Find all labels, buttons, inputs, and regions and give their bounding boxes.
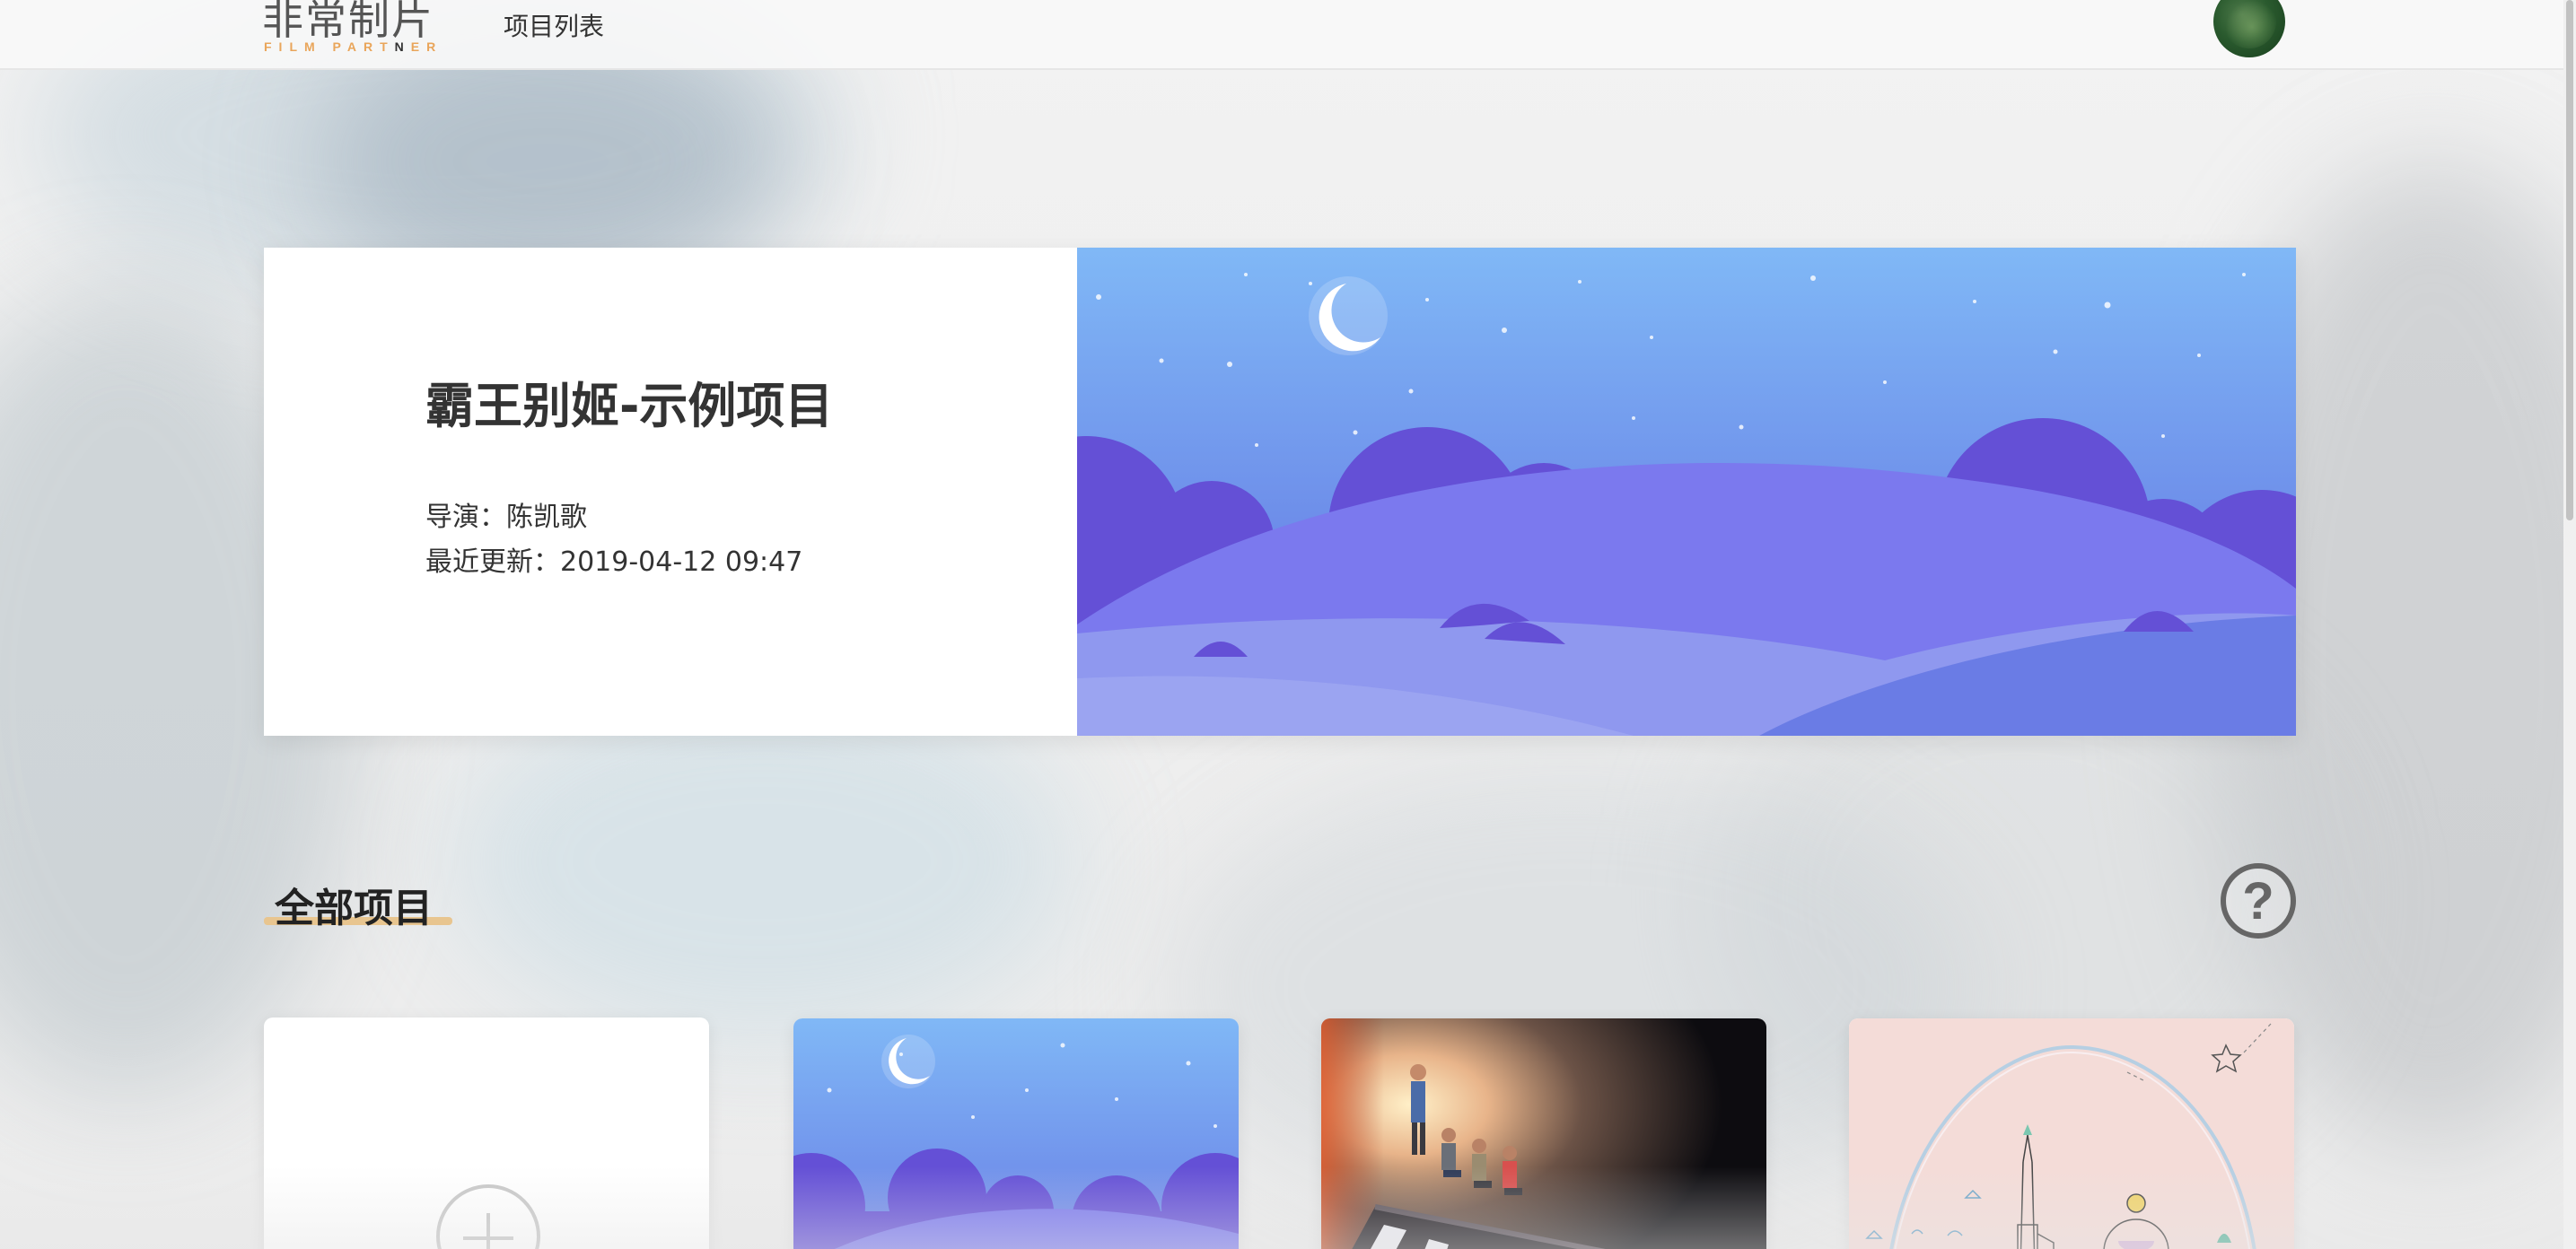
featured-project-meta: 导演：陈凯歌 最近更新：2019-04-12 09:47 — [425, 495, 802, 585]
user-avatar[interactable] — [2213, 0, 2285, 57]
project-cover-city-figures — [1321, 1018, 1766, 1249]
all-projects-title: 全部项目 — [275, 886, 433, 931]
featured-project-info: 霸王别姬-示例项目 导演：陈凯歌 最近更新：2019-04-12 09:47 — [264, 248, 1077, 736]
updated-value: 2019-04-12 09:47 — [560, 546, 803, 578]
new-project-card[interactable] — [264, 1018, 709, 1249]
director-line: 导演：陈凯歌 — [425, 502, 587, 533]
scrollbar-thumb[interactable] — [2566, 0, 2573, 520]
featured-project-card[interactable]: 霸王别姬-示例项目 导演：陈凯歌 最近更新：2019-04-12 09:47 — [264, 248, 2296, 736]
director-value: 陈凯歌 — [506, 502, 587, 533]
logo-english: FILM PARTNER — [264, 39, 443, 54]
question-circle-icon[interactable]: ? — [2221, 863, 2296, 939]
updated-line: 最近更新：2019-04-12 09:47 — [425, 546, 803, 578]
plus-circle-icon[interactable] — [436, 1184, 540, 1249]
project-card[interactable] — [1849, 1018, 2294, 1249]
night-hills-illustration — [1077, 248, 2296, 736]
project-card[interactable] — [1321, 1018, 1766, 1249]
project-cover-pink-doodle — [1849, 1018, 2294, 1249]
featured-project-title: 霸王别姬-示例项目 — [425, 378, 834, 434]
featured-project-cover[interactable] — [1077, 248, 2296, 736]
logo[interactable]: 非常制片 FILM PARTNER — [262, 0, 460, 59]
project-card[interactable] — [793, 1018, 1239, 1249]
top-header: 非常制片 FILM PARTNER 项目列表 — [0, 0, 2576, 70]
nav-project-list[interactable]: 项目列表 — [504, 7, 604, 43]
project-cover-night-hills — [793, 1018, 1239, 1249]
page-scrollbar[interactable] — [2563, 0, 2576, 1249]
